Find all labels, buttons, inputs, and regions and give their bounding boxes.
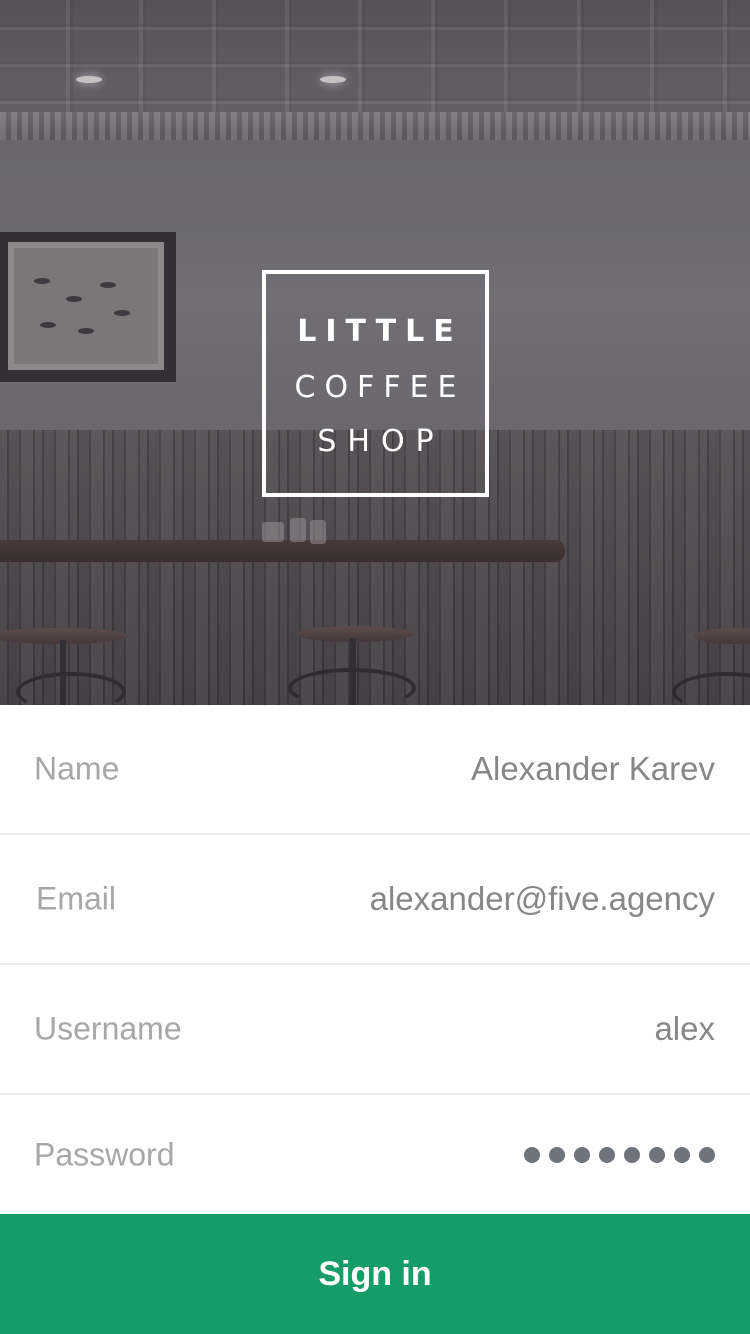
logo-line-3: SHOP bbox=[317, 424, 445, 459]
password-mask-dot bbox=[524, 1146, 540, 1163]
username-label: Username bbox=[34, 1010, 182, 1047]
logo-line-1: LITTLE bbox=[297, 314, 463, 349]
password-row[interactable]: Password bbox=[0, 1095, 750, 1214]
email-field[interactable]: alexander@five.agency bbox=[235, 880, 715, 918]
password-label: Password bbox=[34, 1136, 175, 1172]
name-row[interactable]: Name Alexander Karev bbox=[0, 705, 750, 835]
username-row[interactable]: Username alex bbox=[0, 965, 750, 1095]
password-mask-dot bbox=[599, 1146, 615, 1163]
username-field[interactable]: alex bbox=[235, 1010, 715, 1048]
password-mask-dot bbox=[649, 1146, 665, 1163]
hero-image: LITTLE COFFEE SHOP bbox=[0, 0, 750, 705]
password-mask-dot bbox=[624, 1146, 640, 1163]
password-mask-dot bbox=[674, 1146, 690, 1163]
name-label: Name bbox=[34, 750, 120, 787]
email-row[interactable]: Email alexander@five.agency bbox=[0, 835, 750, 965]
password-mask-dot bbox=[549, 1146, 565, 1163]
sign-in-form: Name Alexander Karev Email alexander@fiv… bbox=[0, 705, 750, 1214]
sign-in-screen: LITTLE COFFEE SHOP Name Alexander Karev … bbox=[0, 0, 750, 1334]
password-mask-dot bbox=[574, 1146, 590, 1163]
password-mask-dot bbox=[699, 1146, 715, 1163]
name-field[interactable]: Alexander Karev bbox=[235, 750, 715, 788]
logo-line-2: COFFEE bbox=[294, 370, 466, 405]
password-field[interactable] bbox=[524, 1146, 715, 1163]
coffee-shop-logo: LITTLE COFFEE SHOP bbox=[262, 270, 489, 497]
sign-in-button[interactable]: Sign in bbox=[0, 1214, 750, 1334]
email-label: Email bbox=[36, 880, 117, 917]
